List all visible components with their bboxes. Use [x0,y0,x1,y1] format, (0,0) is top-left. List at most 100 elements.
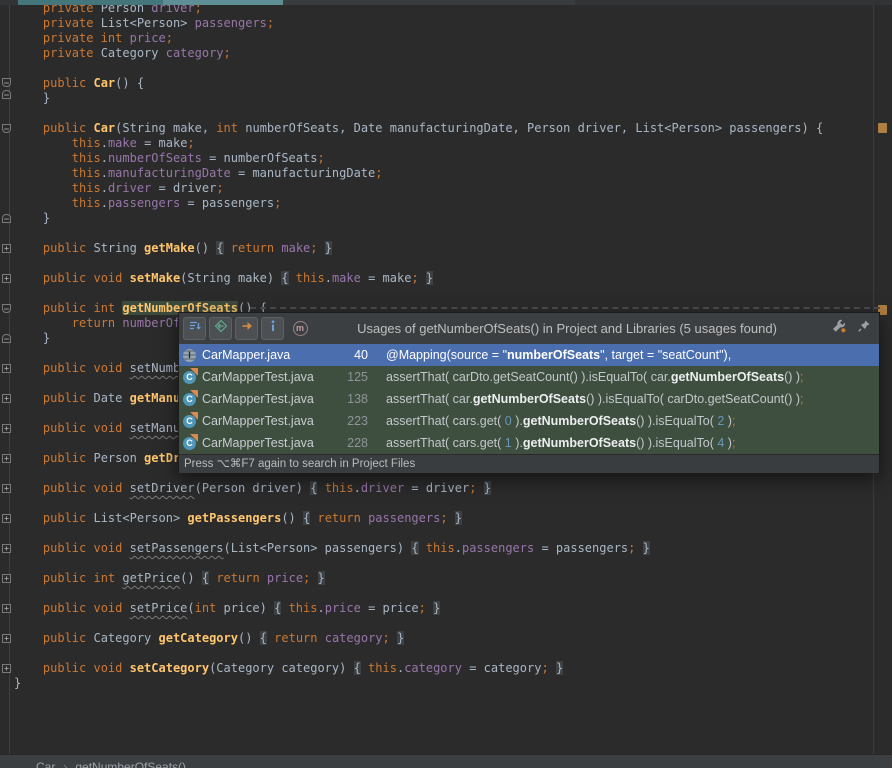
fold-plus-icon[interactable]: + [2,454,11,463]
code-line[interactable]: this.make = make; [14,136,823,151]
fold-marker-icon[interactable]: – [2,78,11,87]
usages-list: I CarMapper.java 40 @Mapping(source = "numb… [179,344,879,454]
show-preview-button[interactable] [261,317,284,340]
usage-line-number: 40 [354,348,368,362]
code-line[interactable] [14,526,823,541]
fold-plus-icon[interactable]: + [2,664,11,673]
code-line[interactable]: private int price; [14,31,823,46]
usage-row[interactable]: C CarMapperTest.java 138 assertThat( car.ge… [179,388,879,410]
fold-plus-icon[interactable]: + [2,364,11,373]
editor-gutter[interactable]: – – – – + + – – + + + + + + + + + + + [0,0,11,754]
fold-plus-icon[interactable]: + [2,604,11,613]
top-strip-light-teal-segment [163,0,283,5]
code-line[interactable]: this.numberOfSeats = numberOfSeats; [14,151,823,166]
group-by-button[interactable] [183,317,206,340]
top-strip-gray-segment [283,0,575,5]
code-line[interactable] [14,556,823,571]
test-class-file-icon: C [183,367,198,384]
fold-plus-icon[interactable]: + [2,574,11,583]
code-line[interactable]: public void setDriver(Person driver) { t… [14,481,823,496]
previous-occurrence-icon [214,319,228,338]
next-occurrence-icon [240,319,254,338]
fold-plus-icon[interactable]: + [2,484,11,493]
code-line[interactable] [14,256,823,271]
breadcrumb-bar: Car › getNumberOfSeats() [0,754,892,768]
code-line[interactable]: public Car(String make, int numberOfSeat… [14,121,823,136]
fold-plus-icon[interactable]: + [2,634,11,643]
code-line[interactable]: public void setMake(String make) { this.… [14,271,823,286]
usage-line-number: 223 [347,414,368,428]
code-line[interactable]: public void setPrice(int price) { this.p… [14,601,823,616]
usage-row[interactable]: C CarMapperTest.java 125 assertThat( carDto… [179,366,879,388]
code-line[interactable]: public Car() { [14,76,823,91]
code-line[interactable] [14,616,823,631]
fold-marker-icon[interactable]: – [2,334,11,343]
error-stripe-mark[interactable] [878,123,887,133]
code-line[interactable]: public String getMake() { return make; } [14,241,823,256]
code-line[interactable]: } [14,211,823,226]
breadcrumb-item-method[interactable]: getNumberOfSeats() [75,760,186,768]
code-line[interactable] [14,106,823,121]
usage-file-name: CarMapperTest.java [202,370,314,384]
code-line[interactable] [14,286,823,301]
top-strip-teal-segment [18,0,163,5]
merge-usages-button[interactable]: m [289,318,311,340]
fold-marker-icon[interactable]: – [2,124,11,133]
code-line[interactable]: public void setPassengers(List<Person> p… [14,541,823,556]
breadcrumb-item-class[interactable]: Car [36,760,55,768]
test-class-file-icon: C [183,433,198,450]
fold-marker-icon[interactable]: – [2,214,11,223]
code-line[interactable]: public int getPrice() { return price; } [14,571,823,586]
popup-header: m Usages of getNumberOfSeats() in Projec… [179,313,879,344]
settings-wrench-icon[interactable] [831,318,847,339]
fold-plus-icon[interactable]: + [2,514,11,523]
code-line[interactable]: this.driver = driver; [14,181,823,196]
breadcrumb-separator-icon: › [63,760,68,768]
m-circle-icon: m [292,321,308,336]
group-by-icon [188,319,202,338]
usage-file-name: CarMapper.java [202,348,291,362]
info-icon [266,319,280,338]
ide-window: – – – – + + – – + + + + + + + + + + + private Person drive… [0,0,892,768]
code-line[interactable]: public Category getCategory() { return c… [14,631,823,646]
breadcrumb: Car › getNumberOfSeats() [36,760,186,768]
code-line[interactable]: this.manufacturingDate = manufacturingDa… [14,166,823,181]
usage-line-number: 125 [347,370,368,384]
usage-code-preview: @Mapping(source = "numberOfSeats", targe… [386,348,732,362]
usage-row[interactable]: I CarMapper.java 40 @Mapping(source = "numb… [179,344,879,366]
test-class-file-icon: C [183,411,198,428]
pin-icon[interactable] [857,319,871,338]
fold-plus-icon[interactable]: + [2,544,11,553]
fold-plus-icon[interactable]: + [2,274,11,283]
usage-line-number: 138 [347,392,368,406]
code-line[interactable] [14,61,823,76]
code-line[interactable] [14,226,823,241]
usage-code-preview: assertThat( car.getNumberOfSeats() ).isE… [386,392,804,406]
code-line[interactable]: private List<Person> passengers; [14,16,823,31]
fold-plus-icon[interactable]: + [2,424,11,433]
code-line[interactable]: } [14,91,823,106]
fold-marker-icon[interactable]: – [2,90,11,99]
code-line[interactable]: private Category category; [14,46,823,61]
code-line[interactable]: } [14,676,823,691]
fold-marker-icon[interactable]: – [2,304,11,313]
usage-separator-dashes [250,307,880,309]
usage-row[interactable]: C CarMapperTest.java 228 assertThat( cars.g… [179,432,879,454]
find-usages-popup: m Usages of getNumberOfSeats() in Projec… [178,312,880,473]
fold-plus-icon[interactable]: + [2,394,11,403]
code-line[interactable] [14,496,823,511]
code-line[interactable]: this.passengers = passengers; [14,196,823,211]
usage-code-preview: assertThat( carDto.getSeatCount() ).isEq… [386,370,804,384]
code-line[interactable] [14,646,823,661]
usage-row[interactable]: C CarMapperTest.java 223 assertThat( cars.g… [179,410,879,432]
next-occurrence-button[interactable] [235,317,258,340]
fold-plus-icon[interactable]: + [2,244,11,253]
code-line[interactable]: public void setCategory(Category categor… [14,661,823,676]
usage-file-name: CarMapperTest.java [202,392,314,406]
code-line[interactable]: public List<Person> getPassengers() { re… [14,511,823,526]
usage-line-number: 228 [347,436,368,450]
previous-occurrence-button[interactable] [209,317,232,340]
usage-code-preview: assertThat( cars.get( 1 ).getNumberOfSea… [386,436,736,450]
test-class-file-icon: C [183,389,198,406]
code-line[interactable] [14,586,823,601]
